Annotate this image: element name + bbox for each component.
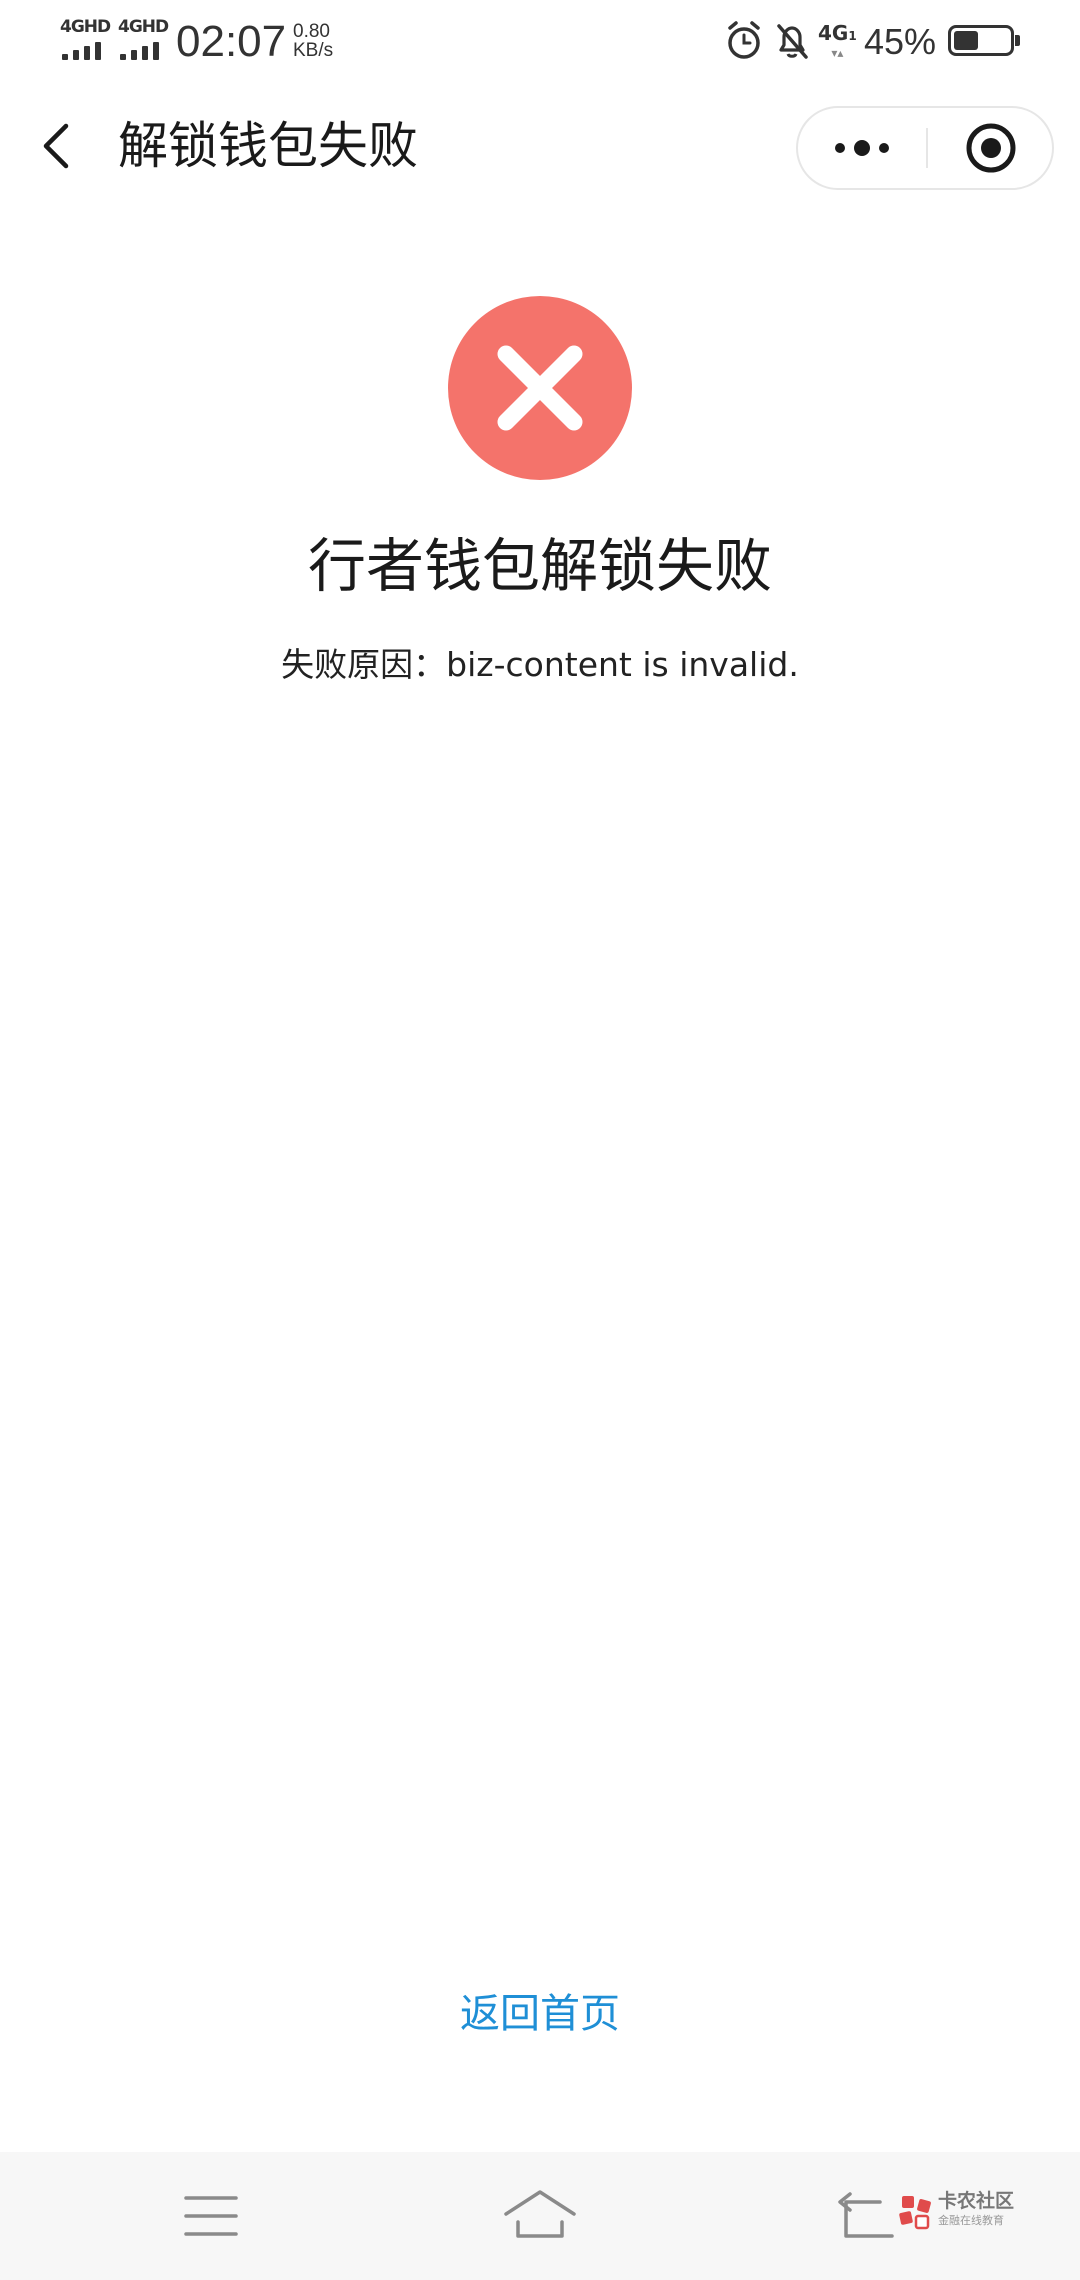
home-icon <box>504 2190 576 2238</box>
result-title: 行者钱包解锁失败 <box>307 532 772 600</box>
status-bar: 4GHD 4GHD 02:07 0.80 KB/s 4G1 ▾▴ 45% <box>0 0 1080 84</box>
network-speed-unit: KB/s <box>293 40 334 61</box>
mobile-network-label: 4G <box>818 21 849 45</box>
bell-off-icon <box>777 24 808 59</box>
page-title: 解锁钱包失败 <box>118 117 418 175</box>
menu-icon <box>184 2196 238 2236</box>
mini-program-capsule <box>796 106 1054 190</box>
nav-home-button[interactable] <box>490 2176 590 2256</box>
network-speed-value: 0.80 <box>293 21 330 42</box>
mobile-network-indicator: 4G1 ▾▴ <box>818 21 857 60</box>
network-speed: 0.80 KB/s <box>293 22 333 60</box>
battery-icon <box>948 25 1020 56</box>
watermark-text: 卡农社区 <box>938 2190 1015 2212</box>
failure-reason-value: biz-content is invalid. <box>446 645 799 684</box>
watermark: 卡农社区 金融在线教育 <box>898 2190 1028 2238</box>
signal-icon-sim1: 4GHD <box>60 17 111 62</box>
failure-reason-label: 失败原因： <box>281 645 447 684</box>
network-type-sim2: 4GHD <box>118 17 169 37</box>
nav-menu-button[interactable] <box>161 2176 261 2256</box>
network-type-sim1: 4GHD <box>60 17 111 37</box>
return-home-link[interactable]: 返回首页 <box>390 1984 690 2044</box>
failure-reason: 失败原因：biz-content is invalid. <box>0 640 1080 690</box>
status-time: 02:07 <box>176 17 287 66</box>
back-button[interactable] <box>30 112 86 180</box>
error-x-icon <box>448 296 632 480</box>
signal-icon-sim2: 4GHD <box>118 17 169 62</box>
battery-percent: 45% <box>864 21 937 62</box>
data-arrows-icon: ▾▴ <box>831 46 844 60</box>
mini-program-close-button[interactable] <box>928 108 1054 188</box>
mini-program-close-icon <box>966 123 1016 173</box>
watermark-logo-icon <box>899 2196 931 2230</box>
watermark-subtext: 金融在线教育 <box>938 2214 1004 2227</box>
battery-level-fill <box>954 31 978 50</box>
more-button[interactable] <box>798 108 926 188</box>
more-dots-icon <box>835 140 889 156</box>
title-bar: 解锁钱包失败 <box>0 84 1080 214</box>
alarm-icon <box>728 21 760 59</box>
back-arrow-icon <box>43 123 69 169</box>
